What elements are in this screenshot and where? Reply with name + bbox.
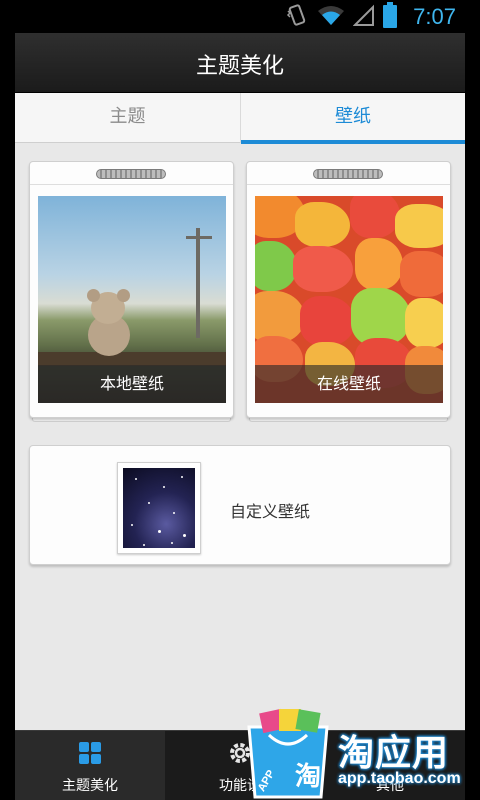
app-window: 主题美化 主题 壁纸 本地壁纸 在线壁纸 自定义壁纸 主题美化 功能设 其他: [15, 33, 465, 800]
online-wallpaper-image: 在线壁纸: [255, 196, 443, 403]
local-wallpaper-card[interactable]: 本地壁纸: [29, 161, 234, 418]
page-title: 主题美化: [195, 54, 284, 79]
status-bar: 7:07: [0, 0, 480, 33]
tab-theme[interactable]: 主题: [15, 93, 240, 143]
custom-wallpaper-thumbnail: [117, 462, 201, 554]
battery-icon: [383, 2, 398, 32]
local-wallpaper-image: 本地壁纸: [38, 196, 226, 403]
online-wallpaper-label: 在线壁纸: [255, 365, 443, 403]
status-icons: 7:07: [285, 2, 456, 32]
tab-selected-indicator: [241, 140, 465, 144]
wifi-icon: [317, 3, 345, 31]
tab-wallpaper-label: 壁纸: [335, 106, 371, 127]
online-wallpaper-card[interactable]: 在线壁纸: [246, 161, 451, 418]
taobao-app-watermark: 淘应用 app.taobao.com: [334, 724, 480, 800]
clock: 7:07: [413, 4, 456, 29]
title-bar: 主题美化: [15, 33, 465, 93]
vibrate-icon: [285, 3, 309, 31]
tab-wallpaper[interactable]: 壁纸: [240, 93, 465, 144]
local-wallpaper-label: 本地壁纸: [38, 365, 226, 403]
watermark-title: 淘应用: [338, 733, 450, 774]
card-divider: [30, 184, 233, 185]
nav-theme-beautify-label: 主题美化: [62, 778, 118, 794]
card-stack-edge: [32, 418, 231, 422]
hanger-icon: [313, 169, 383, 179]
tab-bar: 主题 壁纸: [15, 93, 465, 144]
taobao-app-logo: 淘 APP: [243, 705, 333, 800]
custom-wallpaper-card[interactable]: 自定义壁纸: [29, 445, 451, 565]
card-stack-edge: [249, 418, 448, 422]
signal-icon: [352, 3, 375, 31]
bag-text: 淘: [295, 762, 321, 792]
card-divider: [247, 184, 450, 185]
custom-wallpaper-label: 自定义壁纸: [230, 502, 311, 521]
watermark-url: app.taobao.com: [338, 770, 461, 787]
hanger-icon: [96, 169, 166, 179]
nav-theme-beautify[interactable]: 主题美化: [15, 731, 165, 800]
grid-icon: [78, 741, 102, 765]
